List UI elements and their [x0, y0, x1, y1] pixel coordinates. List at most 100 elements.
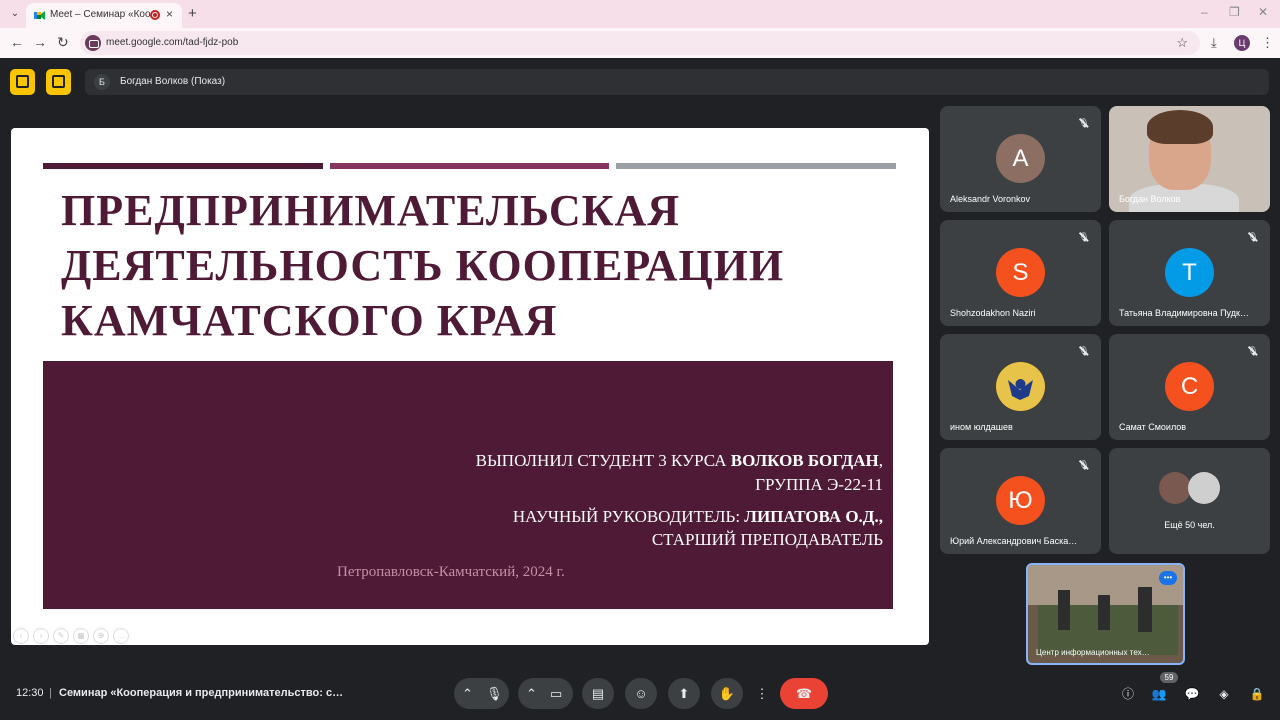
emoji-icon[interactable]: ☺	[625, 678, 657, 709]
forward-arrow-icon[interactable]: →	[33, 34, 47, 50]
slide-stripe	[43, 163, 323, 169]
participant-tile[interactable]: C 🎙 Самат Смоилов	[1109, 334, 1270, 440]
back-arrow-icon[interactable]: ←	[10, 34, 24, 50]
participant-tile[interactable]: T 🎙 Татьяна Владимировна Пудк…	[1109, 220, 1270, 326]
next-slide-icon[interactable]: ›	[33, 628, 49, 644]
supervisor-name: ЛИПАТОВА О.Д.,	[744, 507, 883, 526]
end-call-icon[interactable]: ☎	[780, 678, 828, 709]
chat-icon[interactable]: 💬	[1184, 686, 1200, 702]
mic-icon[interactable]: 🎙	[486, 678, 503, 709]
more-participants-tile[interactable]: Ещё 50 чел.	[1109, 448, 1270, 554]
profile-avatar[interactable]: Ц	[1234, 35, 1250, 51]
present-icon[interactable]: ⬆	[668, 678, 700, 709]
slide-stripe	[616, 163, 896, 169]
participant-name: Юрий Александрович Баска…	[950, 536, 1078, 546]
slide-more-icon[interactable]: …	[113, 628, 129, 644]
student-prefix: ВЫПОЛНИЛ СТУДЕНТ 3 КУРСА	[475, 451, 731, 470]
slide-stripe	[330, 163, 609, 169]
camera-icon[interactable]: ▭	[550, 678, 562, 709]
presentation-slide: ПРЕДПРИНИМАТЕЛЬСКАЯ ДЕЯТЕЛЬНОСТЬ КООПЕРА…	[11, 128, 929, 645]
slides-grid-icon[interactable]: ▦	[73, 628, 89, 644]
raise-hand-icon[interactable]: ✋	[711, 678, 743, 709]
tab-title: Meet – Семинар «Коопер…	[50, 9, 150, 20]
slide-title-line: ПРЕДПРИНИМАТЕЛЬСКАЯ	[61, 186, 681, 235]
slide-title-line: ДЕЯТЕЛЬНОСТЬ КООПЕРАЦИИ	[61, 241, 785, 290]
supervisor-prefix: НАУЧНЫЙ РУКОВОДИТЕЛЬ:	[512, 507, 745, 526]
download-icon[interactable]: ⤓	[1211, 35, 1217, 51]
city-year: Петропавловск-Камчатский, 2024 г.	[337, 564, 565, 580]
group-line: ГРУППА Э-22-11	[755, 475, 883, 494]
chevron-down-icon[interactable]: ⌄	[6, 5, 24, 23]
mic-off-icon: 🎙	[1078, 232, 1090, 242]
participant-tile[interactable]: 🎙 ином юлдашев	[940, 334, 1101, 440]
more-options-icon[interactable]: ⋮	[751, 678, 773, 709]
captions-icon[interactable]: ▤	[582, 678, 614, 709]
participant-tile[interactable]: Ю 🎙 Юрий Александрович Баска…	[940, 448, 1101, 554]
mic-off-icon: 🎙	[1078, 118, 1090, 128]
mic-off-icon: 🎙	[1247, 346, 1259, 356]
mic-off-icon: 🎙	[1247, 232, 1259, 242]
video-controls: ⌃ ▭	[518, 678, 573, 709]
audio-controls: ⌃ 🎙	[454, 678, 509, 709]
participant-name: Shohzodakhon Naziri	[950, 308, 1036, 318]
participant-tile[interactable]: A 🎙 Aleksandr Voronkov	[940, 106, 1101, 212]
participant-tile[interactable]: S 🎙 Shohzodakhon Naziri	[940, 220, 1101, 326]
menu-kebab-icon[interactable]: ⋮	[1261, 35, 1274, 51]
supervisor-title: СТАРШИЙ ПРЕПОДАВАТЕЛЬ	[651, 530, 883, 549]
meeting-title: Семинар «Кооперация и предпринимательств…	[59, 687, 344, 699]
separator: |	[49, 687, 52, 699]
people-icon[interactable]: 👥	[1151, 686, 1167, 702]
companion-mode-icon[interactable]	[10, 69, 35, 95]
slide-title-line: КАМЧАТСКОГО КРАЯ	[61, 296, 558, 345]
participant-name: Татьяна Владимировна Пудк…	[1119, 308, 1249, 318]
url-bar[interactable]: meet.google.com/tad-fjdz-pob ☆	[80, 31, 1200, 55]
bookmark-star-icon[interactable]: ☆	[1176, 35, 1188, 51]
activities-icon[interactable]: ◈	[1216, 686, 1232, 702]
host-controls-lock-icon[interactable]: 🔒	[1249, 686, 1265, 702]
recording-icon	[150, 10, 160, 20]
restore-button[interactable]: ❐	[1229, 5, 1240, 19]
participant-tile[interactable]: Богдан Волков	[1109, 106, 1270, 212]
slide-navigation: ‹ › ✎ ▦ ⊕…	[13, 625, 133, 644]
participant-avatar: C	[1165, 362, 1214, 411]
participant-avatar: S	[996, 248, 1045, 297]
audio-options-chevron-icon[interactable]: ⌃	[462, 678, 473, 709]
participant-avatar	[1188, 472, 1220, 504]
supervisor-line: НАУЧНЫЙ РУКОВОДИТЕЛЬ: ЛИПАТОВА О.Д.,	[513, 507, 883, 527]
tab-close-button[interactable]: ×	[166, 7, 173, 21]
close-window-button[interactable]: ✕	[1258, 5, 1268, 19]
participant-avatar: A	[996, 134, 1045, 183]
browser-tab-strip: ⌄ Meet – Семинар «Коопер… × + – ❐ ✕	[0, 0, 1280, 28]
more-participants-label: Ещё 50 чел.	[1164, 520, 1215, 530]
minimize-button[interactable]: –	[1201, 5, 1208, 19]
student-suffix: ,	[878, 451, 883, 470]
mic-off-icon: 🎙	[1078, 346, 1090, 356]
presenter-banner: Б Богдан Волков (Показ)	[85, 69, 1269, 95]
slide-title: ПРЕДПРИНИМАТЕЛЬСКАЯ ДЕЯТЕЛЬНОСТЬ КООПЕРА…	[61, 183, 881, 348]
participant-avatar: Ю	[996, 476, 1045, 525]
student-line: ВЫПОЛНИЛ СТУДЕНТ 3 КУРСА ВОЛКОВ БОГДАН,	[476, 451, 883, 471]
participant-name: Богдан Волков	[1119, 194, 1181, 204]
zoom-icon[interactable]: ⊕	[93, 628, 109, 644]
mic-off-icon: 🎙	[1078, 460, 1090, 470]
reload-icon[interactable]: ↻	[57, 34, 69, 51]
participant-name: Aleksandr Voronkov	[950, 194, 1031, 204]
more-options-icon[interactable]: •••	[1159, 571, 1177, 585]
site-info-icon[interactable]	[85, 35, 101, 51]
browser-tab[interactable]: Meet – Семинар «Коопер… ×	[26, 3, 182, 28]
url-text: meet.google.com/tad-fjdz-pob	[106, 37, 239, 48]
pin-layout-icon[interactable]	[46, 69, 71, 95]
address-toolbar: ← → ↻ meet.google.com/tad-fjdz-pob ☆ ⤓ Ц…	[0, 28, 1280, 58]
pen-icon[interactable]: ✎	[53, 628, 69, 644]
presenter-avatar: Б	[94, 74, 110, 90]
participant-name: ином юлдашев	[950, 422, 1013, 432]
self-view-name: Центр информационных тех…	[1036, 648, 1150, 657]
info-icon[interactable]: ⓘ	[1120, 686, 1136, 702]
self-view-tile[interactable]: ••• Центр информационных тех…	[1026, 563, 1185, 665]
participant-name: Самат Смоилов	[1119, 422, 1187, 432]
video-options-chevron-icon[interactable]: ⌃	[526, 678, 537, 709]
new-tab-button[interactable]: +	[188, 5, 197, 22]
slide-credits-panel: ВЫПОЛНИЛ СТУДЕНТ 3 КУРСА ВОЛКОВ БОГДАН, …	[43, 361, 893, 609]
prev-slide-icon[interactable]: ‹	[13, 628, 29, 644]
student-name: ВОЛКОВ БОГДАН	[730, 451, 879, 470]
